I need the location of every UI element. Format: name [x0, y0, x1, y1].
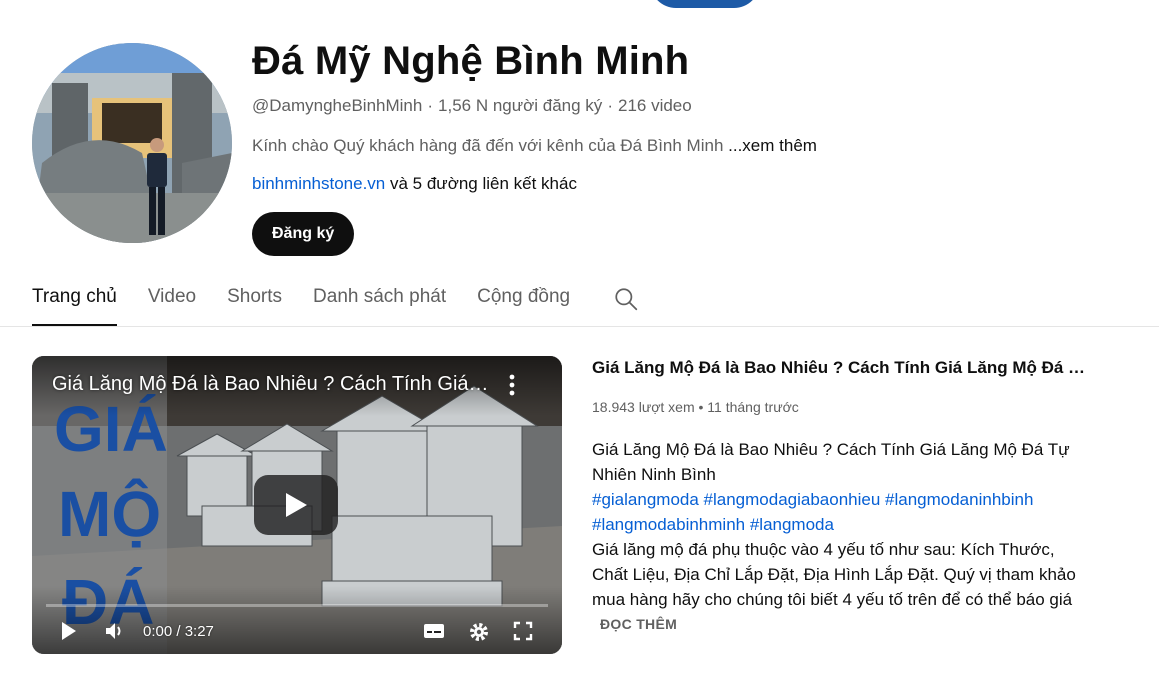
channel-handle: @DamyngheBinhMinh [252, 96, 423, 115]
tab-videos[interactable]: Video [148, 270, 196, 326]
featured-video-title[interactable]: Giá Lăng Mộ Đá là Bao Nhiêu ? Cách Tính … [592, 356, 1088, 380]
more-vert-icon[interactable] [502, 372, 522, 398]
channel-tabs: Trang chủ Video Shorts Danh sách phát Cộ… [32, 270, 639, 326]
search-icon[interactable] [613, 270, 639, 326]
time-display: 0:00 / 3:27 [143, 623, 214, 640]
settings-gear-icon[interactable] [467, 620, 491, 649]
channel-links: binhminhstone.vn và 5 đường liên kết khá… [252, 173, 817, 195]
upload-age: 11 tháng trước [707, 399, 799, 415]
description-text: Kính chào Quý khách hàng đã đến với kênh… [252, 136, 724, 155]
thumb-word-2: MỘ [58, 477, 161, 550]
tab-home[interactable]: Trang chủ [32, 270, 117, 326]
meta-separator: · [427, 96, 434, 115]
play-icon [286, 493, 307, 517]
fullscreen-icon[interactable] [512, 620, 534, 647]
tabs-divider [0, 326, 1159, 327]
view-count: 18.943 lượt xem [592, 399, 695, 415]
meta-separator: • [698, 399, 708, 415]
play-button[interactable] [254, 475, 338, 535]
player-controls: 0:00 / 3:27 [32, 614, 562, 650]
featured-video-description[interactable]: Giá Lăng Mộ Đá là Bao Nhiêu ? Cách Tính … [592, 437, 1092, 612]
read-more-button[interactable]: ĐỌC THÊM [600, 616, 1092, 632]
player-title[interactable]: Giá Lăng Mộ Đá là Bao Nhiêu ? Cách Tính … [52, 373, 492, 396]
channel-avatar[interactable] [32, 43, 232, 243]
tab-community[interactable]: Cộng đồng [477, 270, 570, 326]
subscribe-button[interactable]: Đăng ký [252, 212, 355, 256]
volume-icon[interactable] [104, 620, 126, 647]
subscriber-count: 1,56 N người đăng ký [438, 96, 603, 115]
more-link[interactable]: ...xem thêm [728, 136, 817, 155]
play-icon[interactable] [60, 620, 78, 647]
channel-header: Đá Mỹ Nghệ Bình Minh @DamyngheBinhMinh · 1… [32, 39, 1132, 258]
featured-video-meta: 18.943 lượt xem • 11 tháng trước [592, 399, 1092, 415]
featured-video-info: Giá Lăng Mộ Đá là Bao Nhiêu ? Cách Tính … [592, 356, 1092, 632]
progress-bar[interactable] [46, 604, 548, 607]
hashtags[interactable]: #gialangmoda #langmodagiabaonhieu #langm… [592, 487, 1092, 537]
subtitles-icon[interactable] [422, 620, 446, 647]
channel-name: Đá Mỹ Nghệ Bình Minh [252, 39, 690, 83]
channel-meta: @DamyngheBinhMinh · 1,56 N người đăng ký · 2… [252, 95, 817, 117]
banner-edge [650, 0, 760, 8]
tab-playlists[interactable]: Danh sách phát [313, 270, 446, 326]
meta-separator: · [607, 96, 613, 115]
channel-info: Đá Mỹ Nghệ Bình Minh @DamyngheBinhMinh · 1… [252, 39, 817, 256]
website-link[interactable]: binhminhstone.vn [252, 174, 385, 193]
description-body: Giá lăng mộ đá phụ thuộc vào 4 yếu tố nh… [592, 540, 1076, 609]
avatar-image [32, 43, 232, 243]
video-player[interactable]: GIÁ MỘ ĐÁ Giá Lăng Mộ Đá là Bao Nhiêu ? … [32, 356, 562, 654]
other-links[interactable]: và 5 đường liên kết khác [390, 174, 577, 193]
video-count: 216 video [617, 96, 692, 115]
description-line: Giá Lăng Mộ Đá là Bao Nhiêu ? Cách Tính … [592, 440, 1070, 484]
channel-description[interactable]: Kính chào Quý khách hàng đã đến với kênh… [252, 135, 817, 157]
tab-shorts[interactable]: Shorts [227, 270, 282, 326]
